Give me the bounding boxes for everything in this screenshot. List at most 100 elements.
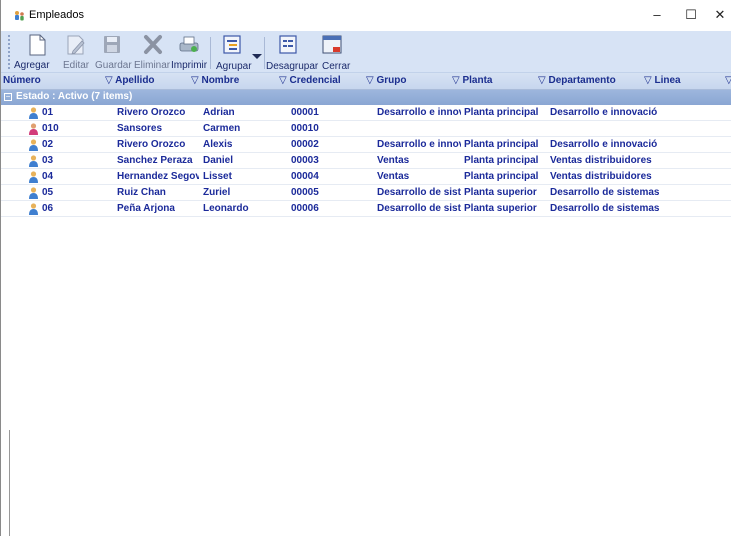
cell-grupo: Ventas [377,155,410,166]
male-user-icon [29,155,38,167]
toolbar: Agregar Editar Guardar Eliminar Imprimir… [1,31,731,73]
employees-app-icon [15,11,24,21]
agregar-button[interactable]: Agregar [13,31,53,73]
cell-grupo: Desarrollo e innov [377,139,461,150]
table-row[interactable]: 02 Rivero Orozco Alexis 00002 Desarrollo e i… [1,137,731,153]
group-row-estado[interactable]: − Estado : Activo (7 items) [1,90,731,105]
close-button[interactable]: ✕ [705,4,731,26]
column-numero[interactable]: Número [3,75,41,86]
cell-numero: 04 [42,171,54,182]
cell-numero: 01 [42,107,54,118]
cell-numero: 02 [42,139,54,150]
cell-apellido: Hernandez Segovi [117,171,199,182]
column-apellido[interactable]: ▽ Apellido [105,75,155,86]
agrupar-button[interactable]: Agrupar [214,31,252,73]
table-row[interactable]: 01 Rivero Orozco Adrian 00001 Desarrollo e i… [1,105,731,121]
cell-apellido: Rivero Orozco [117,139,186,150]
cell-planta: Planta superior [464,187,537,198]
cell-nombre: Zuriel [203,187,231,198]
cell-planta: Planta superior [464,203,537,214]
cell-grupo: Ventas [377,171,410,182]
cell-departamento: Ventas distribuidores [550,155,652,166]
column-more[interactable]: ▽ [725,75,731,86]
column-planta[interactable]: ▽ Planta [452,75,492,86]
cell-grupo: Desarrollo e innov [377,107,461,118]
toolbar-separator [210,37,211,69]
cell-numero: 010 [42,123,59,134]
cerrar-label: Cerrar [322,61,351,72]
table-row[interactable]: 010 Sansores Carmen 00010 [1,121,731,137]
male-user-icon [29,171,38,183]
column-header-row: Número ▽ Apellido ▽ Nombre ▽ Credencial … [1,73,731,90]
cell-apellido: Ruiz Chan [117,187,166,198]
cerrar-button[interactable]: Cerrar [316,31,351,73]
cell-nombre: Alexis [203,139,233,150]
column-nombre[interactable]: ▽ Nombre [191,75,239,86]
cell-numero: 05 [42,187,54,198]
cell-grupo: Desarrollo de sist [377,187,461,198]
title-bar: Empleados – ☐ ✕ [1,0,731,31]
cell-planta: Planta principal [464,171,539,182]
cell-departamento: Desarrollo de sistemas [550,187,660,198]
cell-departamento: Desarrollo e innovació [550,107,658,118]
cell-planta: Planta principal [464,139,539,150]
cell-credencial: 00001 [291,107,319,118]
maximize-button[interactable]: ☐ [676,4,706,26]
cell-credencial: 00002 [291,139,319,150]
table-row[interactable]: 06 Peña Arjona Leonardo 00006 Desarrollo de … [1,201,731,217]
female-user-icon [29,123,38,135]
imprimir-button[interactable]: Imprimir [171,31,207,73]
close-window-icon [322,35,342,54]
eliminar-label: Eliminar [134,60,171,71]
cell-credencial: 00004 [291,171,319,182]
printer-icon [179,36,199,52]
cell-apellido: Sanchez Peraza [117,155,193,166]
collapse-group-icon[interactable]: − [4,93,12,101]
agrupar-label: Agrupar [216,61,252,72]
desagrupar-label: Desagrupar [266,61,319,72]
table-row[interactable]: 04 Hernandez Segovi Lisset 00004 Ventas Plant… [1,169,731,185]
cell-departamento: Ventas distribuidores [550,171,652,182]
guardar-button[interactable]: Guardar [93,31,133,73]
agrupar-dropdown-arrow-icon[interactable] [252,54,262,59]
ungroup-list-icon [279,35,297,54]
table-row[interactable]: 03 Sanchez Peraza Daniel 00003 Ventas Planta … [1,153,731,169]
cell-apellido: Rivero Orozco [117,107,186,118]
cell-numero: 03 [42,155,54,166]
guardar-label: Guardar [95,60,132,71]
cell-apellido: Peña Arjona [117,203,175,214]
cell-planta: Planta principal [464,107,539,118]
left-border-line [9,430,10,536]
window-title: Empleados [29,9,85,21]
minimize-button[interactable]: – [642,4,672,26]
column-grupo[interactable]: ▽ Grupo [366,75,406,86]
group-label: Estado : Activo (7 items) [16,91,133,102]
desagrupar-button[interactable]: Desagrupar [265,31,318,73]
toolbar-grip[interactable] [8,35,10,69]
cell-nombre: Daniel [203,155,234,166]
cell-nombre: Carmen [203,123,241,134]
table-row[interactable]: 05 Ruiz Chan Zuriel 00005 Desarrollo de sist… [1,185,731,201]
column-credencial[interactable]: ▽ Credencial [279,75,341,86]
agregar-label: Agregar [14,60,50,71]
cell-credencial: 00005 [291,187,319,198]
delete-x-icon [144,35,162,54]
male-user-icon [29,187,38,199]
cell-nombre: Leonardo [203,203,249,214]
employees-window: Empleados – ☐ ✕ Agregar Editar Guardar E… [0,0,731,536]
cell-credencial: 00010 [291,123,319,134]
editar-label: Editar [63,60,90,71]
cell-planta: Planta principal [464,155,539,166]
column-linea[interactable]: ▽ Linea [644,75,681,86]
new-document-icon [29,34,46,56]
eliminar-button[interactable]: Eliminar [133,31,173,73]
cell-apellido: Sansores [117,123,163,134]
group-list-icon [223,35,241,54]
cell-numero: 06 [42,203,54,214]
male-user-icon [29,139,38,151]
editar-button[interactable]: Editar [60,31,92,73]
cell-nombre: Lisset [203,171,232,182]
column-departamento[interactable]: ▽ Departamento [538,75,616,86]
imprimir-label: Imprimir [171,60,208,71]
cell-credencial: 00003 [291,155,319,166]
